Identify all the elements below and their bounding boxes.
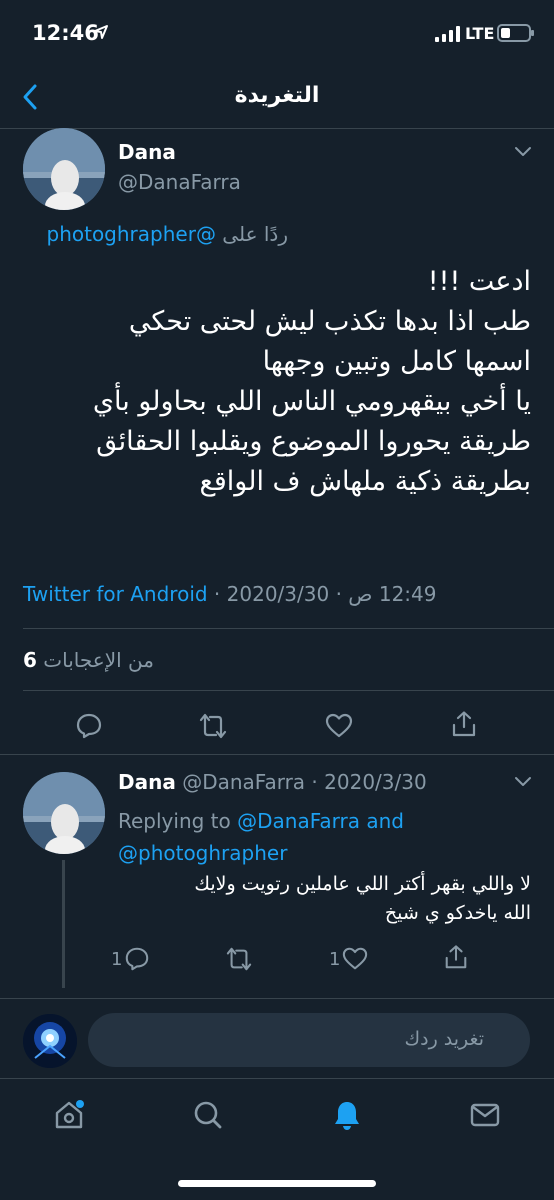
battery-icon xyxy=(497,24,534,42)
reply-icon[interactable] xyxy=(75,712,103,740)
tweet-menu-chevron-icon[interactable] xyxy=(514,146,532,158)
reply-reply-count: 1 xyxy=(111,949,123,970)
reply-and: and xyxy=(366,809,404,833)
reply-mention-1[interactable]: @DanaFarra xyxy=(237,809,360,833)
reply-author-avatar[interactable] xyxy=(23,772,105,854)
share-icon[interactable] xyxy=(443,944,469,970)
divider xyxy=(23,690,554,691)
avatar-graphic-icon xyxy=(23,1014,77,1068)
like-heart-icon[interactable] xyxy=(342,946,368,972)
reply-author-handle[interactable]: @DanaFarra xyxy=(182,770,305,794)
home-icon[interactable] xyxy=(53,1099,85,1131)
tweet-date: 2020/3/30 xyxy=(226,582,330,606)
current-user-avatar[interactable] xyxy=(23,1014,77,1068)
tweet-source-link[interactable]: Twitter for Android xyxy=(23,582,208,606)
reply-separator: · xyxy=(305,770,325,794)
avatar-photo-icon xyxy=(23,772,105,854)
reply-like-count: 1 xyxy=(329,949,341,970)
reply-date: 2020/3/30 xyxy=(324,770,427,794)
divider xyxy=(0,998,554,999)
top-navigation-bar: التغريدة xyxy=(0,66,554,129)
page-title: التغريدة xyxy=(234,83,320,108)
author-handle[interactable]: @DanaFarra xyxy=(118,170,241,194)
share-icon[interactable] xyxy=(450,710,478,738)
home-indicator[interactable] xyxy=(178,1180,376,1187)
tweet-separator xyxy=(0,754,554,755)
retweet-icon[interactable] xyxy=(199,712,227,740)
tweet-time: 12:49 ص xyxy=(348,582,437,606)
likes-label: من الإعجابات xyxy=(43,648,154,672)
messages-icon[interactable] xyxy=(469,1099,501,1131)
reply-header: Dana @DanaFarra · 2020/3/30 xyxy=(118,770,427,794)
reply-mention-2[interactable]: @photoghrapher xyxy=(118,841,287,865)
location-arrow-icon xyxy=(94,25,108,39)
reply-icon[interactable] xyxy=(124,946,150,972)
reply-replying-to: Replying to @DanaFarra and @photoghraphe… xyxy=(118,805,498,869)
reply-text: لا واللي بقهر أكتر اللي عاملين رتويت ولا… xyxy=(194,873,531,924)
tweet-actions xyxy=(0,700,554,750)
retweet-icon[interactable] xyxy=(226,946,252,972)
notifications-icon[interactable] xyxy=(331,1099,363,1131)
cellular-signal-icon xyxy=(435,26,460,42)
status-bar: 12:46 LTE xyxy=(0,0,554,66)
replying-label: Replying to xyxy=(118,809,231,833)
network-type: LTE xyxy=(465,24,495,43)
status-time: 12:46 xyxy=(32,21,99,45)
avatar-photo-icon xyxy=(23,128,105,210)
tweet-text: ادعت !!! طب اذا بدها تكذب ليش لحتى تحكي … xyxy=(92,266,531,497)
author-avatar[interactable] xyxy=(23,128,105,210)
search-icon[interactable] xyxy=(192,1099,224,1131)
reply-compose-input[interactable]: تغريد ردك xyxy=(88,1013,530,1067)
likes-count: 6 xyxy=(23,648,37,672)
likes-summary[interactable]: 6 من الإعجابات xyxy=(23,648,154,672)
author-name[interactable]: Dana xyxy=(118,140,176,164)
reply-menu-chevron-icon[interactable] xyxy=(514,776,532,788)
like-heart-icon[interactable] xyxy=(325,712,353,740)
reply-author-name[interactable]: Dana xyxy=(118,770,176,794)
tweet-meta: Twitter for Android · 2020/3/30 · 12:49 … xyxy=(23,582,437,606)
replying-to-line: ردًا على @photoghrapher xyxy=(47,222,289,246)
replying-prefix: ردًا على xyxy=(222,222,288,246)
compose-placeholder: تغريد ردك xyxy=(404,1028,484,1050)
replying-mention-link[interactable]: @photoghrapher xyxy=(47,222,216,246)
thread-connector-line xyxy=(62,860,65,988)
divider xyxy=(23,628,554,629)
